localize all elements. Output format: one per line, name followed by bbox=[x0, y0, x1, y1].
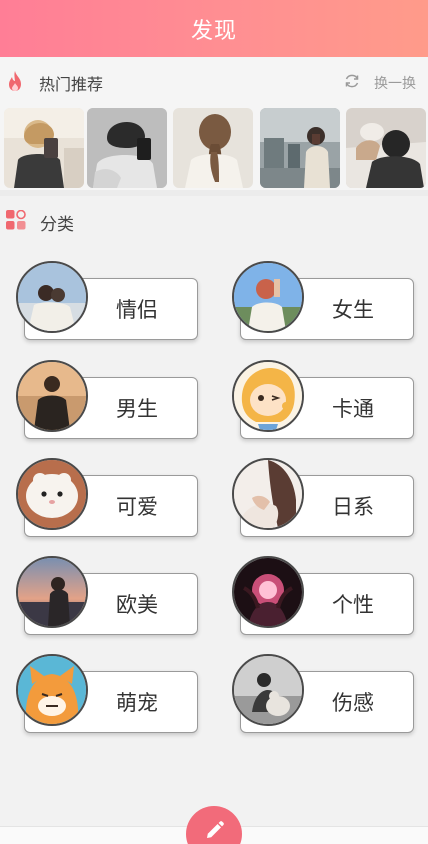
category-label: 可爱 bbox=[116, 495, 158, 519]
category-avatar bbox=[16, 654, 88, 726]
category-avatar bbox=[232, 556, 304, 628]
category-card-pets[interactable]: 萌宠 bbox=[14, 646, 214, 733]
category-card-boy[interactable]: 男生 bbox=[14, 352, 214, 439]
category-label: 日系 bbox=[332, 495, 374, 519]
category-avatar bbox=[232, 261, 304, 333]
category-avatar bbox=[16, 556, 88, 628]
category-label: 女生 bbox=[332, 298, 374, 322]
category-grid-icon bbox=[6, 210, 26, 230]
hot-thumb-3[interactable] bbox=[173, 108, 253, 188]
category-avatar bbox=[232, 360, 304, 432]
category-avatar bbox=[16, 360, 88, 432]
create-post-button[interactable] bbox=[186, 806, 242, 844]
category-label: 萌宠 bbox=[116, 691, 158, 715]
category-grid: 情侣 女生 男生 卡通 可爱 日系 欧美 个性 萌宠 伤感 bbox=[0, 246, 428, 746]
hot-section: 热门推荐 换一换 bbox=[0, 57, 428, 190]
category-label: 个性 bbox=[332, 593, 374, 617]
category-label: 欧美 bbox=[116, 593, 158, 617]
category-card-girl[interactable]: 女生 bbox=[230, 253, 428, 340]
category-avatar bbox=[16, 458, 88, 530]
category-card-personality[interactable]: 个性 bbox=[230, 548, 428, 635]
category-section-header: 分类 bbox=[0, 196, 428, 246]
category-card-sad[interactable]: 伤感 bbox=[230, 646, 428, 733]
hot-section-title: 热门推荐 bbox=[39, 75, 104, 94]
hot-thumb-5[interactable] bbox=[346, 108, 426, 188]
flame-icon bbox=[9, 71, 21, 91]
hot-thumb-1[interactable] bbox=[4, 108, 84, 188]
category-label: 卡通 bbox=[332, 397, 374, 421]
pencil-icon bbox=[207, 821, 224, 838]
category-avatar bbox=[232, 654, 304, 726]
app-header: 发现 bbox=[0, 0, 428, 57]
refresh-icon[interactable] bbox=[344, 73, 360, 89]
category-card-couple[interactable]: 情侣 bbox=[14, 253, 214, 340]
category-label: 伤感 bbox=[332, 691, 374, 715]
category-card-cartoon[interactable]: 卡通 bbox=[230, 352, 428, 439]
category-section-title: 分类 bbox=[40, 215, 74, 235]
refresh-button[interactable]: 换一换 bbox=[374, 73, 416, 93]
hot-thumb-4[interactable] bbox=[260, 108, 340, 188]
page-title: 发现 bbox=[190, 18, 237, 44]
category-card-japanese[interactable]: 日系 bbox=[230, 450, 428, 537]
category-label: 情侣 bbox=[116, 298, 158, 322]
category-label: 男生 bbox=[116, 397, 158, 421]
hot-thumb-2[interactable] bbox=[87, 108, 167, 188]
category-avatar bbox=[16, 261, 88, 333]
category-card-western[interactable]: 欧美 bbox=[14, 548, 214, 635]
category-avatar bbox=[232, 458, 304, 530]
category-card-cute[interactable]: 可爱 bbox=[14, 450, 214, 537]
hot-section-header: 热门推荐 换一换 bbox=[0, 57, 428, 105]
hot-thumbnail-row bbox=[0, 108, 428, 188]
